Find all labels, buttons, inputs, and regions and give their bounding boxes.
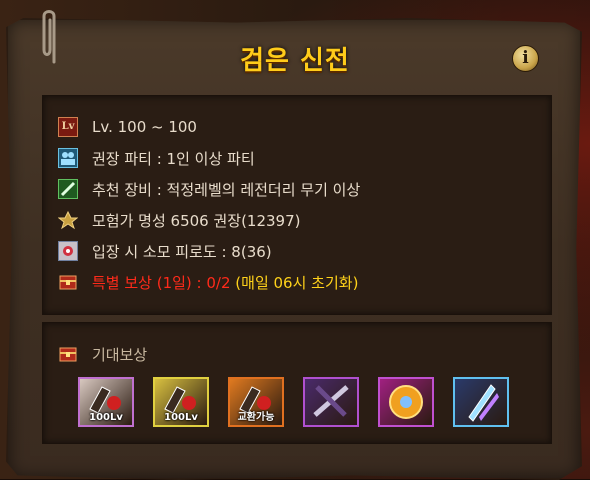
info-button[interactable]: i bbox=[512, 45, 539, 72]
recommended-party-text-part: 권장 파티 : 1인 이상 파티 bbox=[92, 149, 255, 168]
reward-chest-icon bbox=[58, 272, 78, 292]
reward-item-4[interactable] bbox=[303, 377, 359, 427]
special-reward-text-part: (매일 06시 초기화) bbox=[235, 273, 359, 292]
expected-rewards-header: 기대보상 bbox=[58, 342, 147, 366]
fatigue-cost-text: 입장 시 소모 피로도 : 8(36) bbox=[92, 241, 272, 262]
special-reward-text-part: 특별 보상 (1일) : 0/2 bbox=[92, 273, 236, 292]
fatigue-icon bbox=[58, 241, 78, 261]
crossed-blades-icon bbox=[313, 385, 349, 417]
fatigue-cost-row: 입장 시 소모 피로도 : 8(36) bbox=[58, 239, 272, 263]
fatigue-cost-text-part: 입장 시 소모 피로도 : 8(36) bbox=[92, 242, 272, 261]
dungeon-title: 검은 신전 bbox=[240, 46, 350, 76]
reward-item-1[interactable]: 100Lv bbox=[78, 377, 134, 427]
reward-item-2[interactable]: 100Lv bbox=[153, 377, 209, 427]
special-reward-text: 특별 보상 (1일) : 0/2 (매일 06시 초기화) bbox=[92, 272, 358, 293]
reward-chest-icon bbox=[58, 344, 78, 364]
special-reward-row: 특별 보상 (1일) : 0/2 (매일 06시 초기화) bbox=[58, 270, 358, 294]
level-icon: Lv bbox=[58, 117, 78, 137]
item-badge: 100Lv bbox=[89, 412, 123, 423]
reward-item-3[interactable]: 교환가능 bbox=[228, 377, 284, 427]
level-requirement-row: Lv Lv. 100 ~ 100 bbox=[58, 115, 197, 139]
recommended-party-row: 권장 파티 : 1인 이상 파티 bbox=[58, 146, 255, 170]
adventurer-fame-row: 모험가 명성 6506 권장(12397) bbox=[57, 208, 301, 232]
sword-icon bbox=[58, 179, 78, 199]
level-requirement-text-part: Lv. 100 ~ 100 bbox=[92, 118, 197, 136]
reward-item-5[interactable] bbox=[378, 377, 434, 427]
item-badge: 100Lv bbox=[164, 412, 198, 423]
level-requirement-text: Lv. 100 ~ 100 bbox=[92, 118, 197, 136]
adventurer-fame-text: 모험가 명성 6506 권장(12397) bbox=[92, 210, 301, 231]
adventurer-fame-text-part: 모험가 명성 6506 권장(12397) bbox=[92, 211, 301, 230]
party-icon bbox=[58, 148, 78, 168]
reward-items: 100Lv 100Lv 교환가능 bbox=[78, 377, 528, 427]
reputation-icon bbox=[57, 210, 79, 230]
recommended-party-text: 권장 파티 : 1인 이상 파티 bbox=[92, 148, 255, 169]
recommended-equipment-row: 추천 장비 : 적정레벨의 레전더리 무기 이상 bbox=[58, 177, 360, 201]
recommended-equipment-text-part: 추천 장비 : 적정레벨의 레전더리 무기 이상 bbox=[92, 180, 361, 199]
item-badge: 교환가능 bbox=[237, 412, 275, 423]
crystal-shard-icon bbox=[468, 384, 499, 422]
expected-rewards-label: 기대보상 bbox=[92, 345, 148, 364]
golden-orb-icon bbox=[389, 385, 423, 419]
reward-item-6[interactable] bbox=[453, 377, 509, 427]
recommended-equipment-text: 추천 장비 : 적정레벨의 레전더리 무기 이상 bbox=[92, 179, 360, 200]
